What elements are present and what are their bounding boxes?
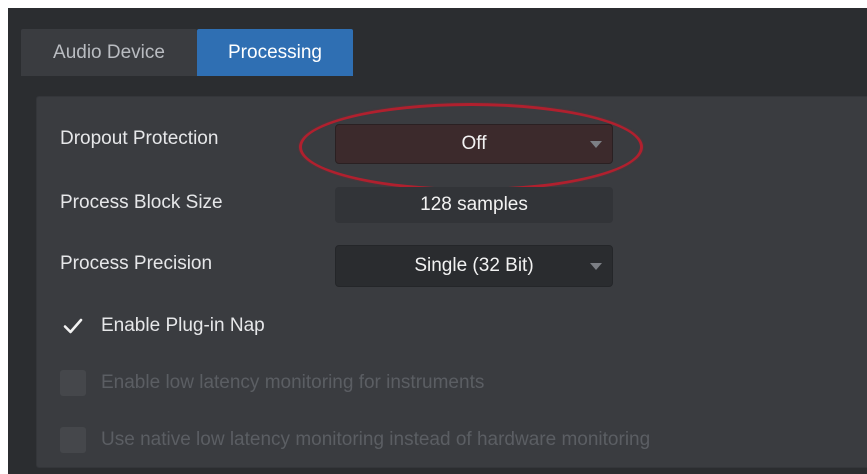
enable-plugin-nap-label: Enable Plug-in Nap bbox=[101, 315, 265, 336]
tab-audio-device[interactable]: Audio Device bbox=[21, 29, 197, 76]
low-latency-instruments-label: Enable low latency monitoring for instru… bbox=[101, 372, 485, 393]
native-low-latency-row: Use native low latency monitoring instea… bbox=[60, 427, 650, 453]
enable-plugin-nap-row[interactable]: Enable Plug-in Nap bbox=[60, 313, 265, 339]
tab-bar: Audio Device Processing bbox=[8, 8, 867, 76]
tab-audio-device-label: Audio Device bbox=[53, 41, 165, 63]
preferences-window: Audio Device Processing Dropout Protecti… bbox=[8, 8, 867, 474]
dropout-protection-label: Dropout Protection bbox=[60, 128, 219, 149]
process-precision-dropdown[interactable]: Single (32 Bit) bbox=[335, 245, 613, 287]
process-block-size-label: Process Block Size bbox=[60, 192, 223, 213]
chevron-down-icon bbox=[590, 263, 602, 270]
processing-panel: Dropout Protection Off Process Block Siz… bbox=[36, 96, 867, 468]
native-low-latency-label: Use native low latency monitoring instea… bbox=[101, 429, 651, 450]
tab-processing[interactable]: Processing bbox=[197, 29, 353, 76]
process-block-size-value: 128 samples bbox=[420, 194, 528, 215]
tab-processing-label: Processing bbox=[228, 41, 322, 63]
dropout-protection-value: Off bbox=[461, 133, 487, 154]
chevron-down-icon bbox=[590, 141, 602, 148]
low-latency-instruments-checkbox bbox=[60, 370, 86, 396]
dropout-protection-dropdown[interactable]: Off bbox=[335, 124, 613, 164]
process-precision-value: Single (32 Bit) bbox=[414, 255, 534, 276]
native-low-latency-checkbox bbox=[60, 427, 86, 453]
process-precision-label: Process Precision bbox=[60, 253, 213, 274]
checkmark-icon bbox=[63, 318, 83, 334]
low-latency-instruments-row: Enable low latency monitoring for instru… bbox=[60, 370, 484, 396]
process-block-size-value-box: 128 samples bbox=[335, 187, 613, 223]
enable-plugin-nap-checkbox[interactable] bbox=[60, 313, 86, 339]
